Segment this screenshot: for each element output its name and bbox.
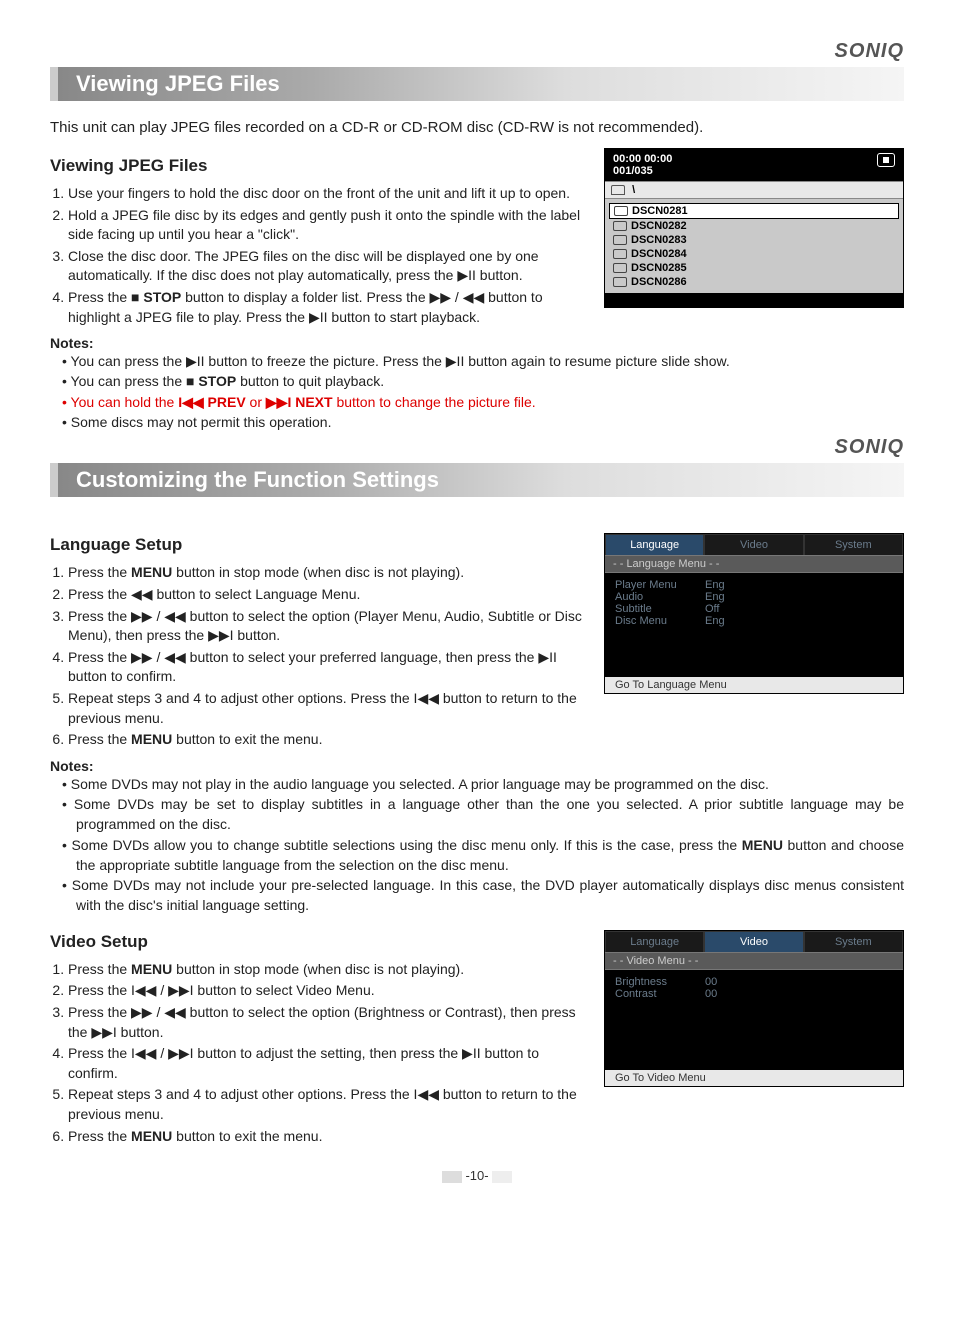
image-icon [613, 221, 627, 231]
note-item: You can press the ■ STOP button to quit … [56, 371, 904, 391]
language-steps: Press the MENU button in stop mode (when… [50, 563, 586, 749]
step-2: Press the ◀◀ button to select Language M… [68, 585, 586, 605]
jpeg-steps: Use your fingers to hold the disc door o… [50, 184, 586, 327]
osd-video-panel: Language Video System - - Video Menu - -… [604, 930, 904, 1087]
list-item: DSCN0285 [609, 261, 899, 275]
video-steps: Press the MENU button in stop mode (when… [50, 960, 586, 1146]
brand-logo: SONIQ [50, 40, 904, 63]
language-notes: Some DVDs may not play in the audio lang… [50, 774, 904, 916]
osd-bottom-bar [605, 293, 903, 307]
image-icon [613, 277, 627, 287]
osd-path-text: \ [632, 184, 635, 196]
osd-path-bar: \ [605, 181, 903, 199]
step-4: Press the I◀◀ / ▶▶I button to adjust the… [68, 1044, 586, 1083]
list-item: DSCN0286 [609, 275, 899, 289]
table-row: Contrast00 [615, 988, 893, 1000]
menu-subtitle: - - Video Menu - - [605, 952, 903, 970]
table-row: AudioEng [615, 591, 893, 603]
step-2: Hold a JPEG file disc by its edges and g… [68, 206, 586, 245]
step-1: Press the MENU button in stop mode (when… [68, 563, 586, 583]
image-icon [613, 249, 627, 259]
image-icon [613, 235, 627, 245]
notes-heading: Notes: [50, 335, 904, 351]
menu-subtitle: - - Language Menu - - [605, 555, 903, 573]
osd-language-panel: Language Video System - - Language Menu … [604, 533, 904, 694]
step-4: Press the ■ STOP button to display a fol… [68, 288, 586, 327]
tab-language: Language [605, 931, 704, 952]
step-6: Press the MENU button to exit the menu. [68, 1127, 586, 1147]
table-row: Disc MenuEng [615, 615, 893, 627]
notes-heading: Notes: [50, 758, 904, 774]
osd-file-list: DSCN0281 DSCN0282 DSCN0283 DSCN0284 DSCN… [605, 199, 903, 293]
osd-jpeg-panel: 00:00 00:00 001/035 \ DSCN0281 DSCN0282 … [604, 148, 904, 308]
tab-video: Video [704, 931, 803, 952]
folder-icon [611, 185, 625, 195]
note-item: You can press the ▶II button to freeze t… [56, 351, 904, 371]
tab-system: System [804, 931, 903, 952]
step-5: Repeat steps 3 and 4 to adjust other opt… [68, 1085, 586, 1124]
subheading-video: Video Setup [50, 932, 586, 952]
image-icon [613, 263, 627, 273]
table-row: Brightness00 [615, 976, 893, 988]
step-3: Press the ▶▶ / ◀◀ button to select the o… [68, 607, 586, 646]
step-1: Press the MENU button in stop mode (when… [68, 960, 586, 980]
table-row: SubtitleOff [615, 603, 893, 615]
tab-language: Language [605, 534, 704, 555]
step-2: Press the I◀◀ / ▶▶I button to select Vid… [68, 981, 586, 1001]
page-marker-icon [492, 1171, 512, 1183]
note-item: Some DVDs may not play in the audio lang… [56, 774, 904, 794]
subheading-language: Language Setup [50, 535, 586, 555]
section-header-settings: Customizing the Function Settings [50, 463, 904, 497]
step-5: Repeat steps 3 and 4 to adjust other opt… [68, 689, 586, 728]
note-item: Some DVDs may be set to display subtitle… [56, 794, 904, 835]
stop-icon [877, 153, 895, 167]
section-header-jpeg: Viewing JPEG Files [50, 67, 904, 101]
list-item: DSCN0283 [609, 233, 899, 247]
step-1: Use your fingers to hold the disc door o… [68, 184, 586, 204]
tab-video: Video [704, 534, 803, 555]
step-6: Press the MENU button to exit the menu. [68, 730, 586, 750]
list-item: DSCN0282 [609, 219, 899, 233]
subheading-jpeg: Viewing JPEG Files [50, 156, 586, 176]
step-3: Close the disc door. The JPEG files on t… [68, 247, 586, 286]
osd-counter: 001/035 [613, 165, 895, 177]
list-item: DSCN0284 [609, 247, 899, 261]
note-item-highlight: You can hold the I◀◀ PREV or ▶▶I NEXT bu… [56, 392, 904, 412]
note-item: Some DVDs allow you to change subtitle s… [56, 835, 904, 876]
step-3: Press the ▶▶ / ◀◀ button to select the o… [68, 1003, 586, 1042]
tab-system: System [804, 534, 903, 555]
menu-footer: Go To Language Menu [605, 677, 903, 693]
page-marker-icon [442, 1171, 462, 1183]
step-4: Press the ▶▶ / ◀◀ button to select your … [68, 648, 586, 687]
note-item: Some discs may not permit this operation… [56, 412, 904, 432]
table-row: Player MenuEng [615, 579, 893, 591]
list-item: DSCN0281 [609, 203, 899, 219]
brand-logo: SONIQ [50, 436, 904, 459]
osd-time: 00:00 00:00 [613, 153, 895, 165]
page-number: -10- [50, 1168, 904, 1183]
intro-text: This unit can play JPEG files recorded o… [50, 119, 904, 136]
menu-footer: Go To Video Menu [605, 1070, 903, 1086]
note-item: Some DVDs may not include your pre-selec… [56, 875, 904, 916]
jpeg-notes: You can press the ▶II button to freeze t… [50, 351, 904, 432]
osd-top-bar: 00:00 00:00 001/035 [605, 149, 903, 181]
image-icon [614, 206, 628, 216]
